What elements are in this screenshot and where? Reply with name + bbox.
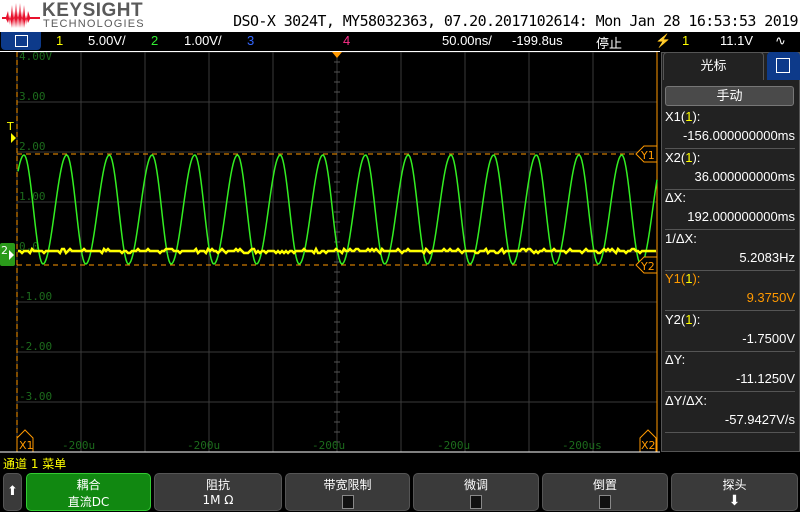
readout-label-end: ): [692, 109, 701, 124]
cursor-readout: ΔY: -11.1250V [665, 352, 795, 392]
readout-label-end: ): [692, 271, 701, 286]
readout-value: -57.9427V/s [724, 411, 795, 427]
cursor-readout: ΔY/ΔX: -57.9427V/s [665, 393, 795, 433]
brand-sub: TECHNOLOGIES [43, 18, 145, 30]
readout-value: -156.000000000ms [682, 128, 795, 143]
y-axis-label: 3.00 [19, 90, 46, 103]
checkbox[interactable] [599, 495, 611, 509]
cursor-readout: 1/ΔX: 5.2083Hz [665, 231, 795, 271]
ch2-ground-label: 2 [1, 244, 8, 257]
x-axis-label: -200us [562, 439, 602, 452]
readout-value: 192.000000000ms [687, 209, 795, 224]
ch1-scale[interactable]: 5.00V/ [88, 33, 126, 48]
softkey-label: 耦合 [76, 478, 101, 492]
ch2-scale[interactable]: 1.00V/ [184, 33, 222, 48]
y1-marker-label: Y1 [640, 149, 655, 162]
device-info: DSO-X 3024T, MY58032363, 07.20.201710261… [233, 12, 798, 30]
readout-value: 36.000000000ms [694, 168, 795, 184]
y2-marker-label: Y2 [640, 260, 655, 273]
readout-label: X1( [665, 109, 686, 124]
softkey-label: 探头 [722, 478, 747, 492]
softkey-value: 直流DC [67, 495, 110, 509]
menu-icon [15, 35, 28, 47]
cursor-readout: ΔX: 192.000000000ms [665, 190, 795, 230]
cursor-readout: Y1(1): 9.3750V [665, 271, 795, 311]
tab-cursors[interactable]: 光标 [663, 52, 764, 80]
cursor-mode-button[interactable]: 手动 [665, 86, 794, 106]
readout-label: X2( [665, 149, 686, 165]
x2-marker-label: X2 [641, 439, 656, 452]
x1-marker[interactable]: X1 [16, 429, 34, 452]
x-axis-label: -200u [437, 439, 470, 452]
run-state[interactable]: 停止 [596, 33, 622, 52]
softkey-label: 阻抗 [205, 478, 230, 492]
trigger-edge-icon: ⚡ [655, 33, 672, 48]
trigger-level-marker[interactable]: T [6, 120, 16, 143]
panel-menu-button[interactable] [767, 52, 800, 80]
ch2-ground-marker[interactable]: 2 [0, 243, 15, 266]
cursor-readout: X1(1): -156.000000000ms [665, 109, 795, 149]
readout-value: -11.1250V [735, 371, 795, 386]
checkbox[interactable] [341, 495, 354, 509]
ch2-label[interactable]: 2 [151, 33, 158, 48]
readout-label: ΔY/ΔX: [665, 392, 707, 408]
ch4-label[interactable]: 4 [343, 33, 350, 48]
y1-marker[interactable]: Y1 [635, 145, 658, 163]
waveform-display[interactable]: 4.00V3.002.001.000.0-1.00-2.00-3.00 -200… [0, 52, 660, 453]
softkey-value: 1M Ω [202, 493, 234, 507]
softkey-coupling[interactable]: 耦合直流DC [26, 473, 151, 511]
x-axis-label: -200u [312, 439, 345, 452]
softkey-invert[interactable]: 倒置 [542, 473, 668, 511]
main-menu-button[interactable] [1, 32, 41, 50]
softkey-fine[interactable]: 微调 [413, 473, 539, 511]
y-axis-label: 2.00 [19, 140, 46, 153]
softkey-label: 带宽限制 [323, 478, 372, 492]
readout-value: 5.2083Hz [739, 249, 795, 265]
arrow-down-icon: ⬇ [728, 493, 741, 509]
keysight-logo [2, 3, 40, 28]
menu-icon [776, 58, 790, 73]
timebase[interactable]: 50.00ns/ [442, 33, 492, 48]
readout-label: ΔX: [665, 190, 686, 205]
menu-up-button[interactable]: ⬆ [3, 473, 22, 511]
readout-label: ΔY: [665, 352, 686, 367]
readout-label-end: ): [692, 149, 701, 165]
readout-label-end: ): [692, 311, 701, 327]
trigger-source[interactable]: 1 [682, 33, 689, 48]
readout-label: Y1( [665, 271, 686, 286]
readout-label: 1/ΔX: [665, 230, 697, 246]
softkey-impedance[interactable]: 阻抗 1M Ω [154, 473, 282, 511]
y-axis-label: 4.00V [19, 52, 52, 63]
x-axis-label: -200u [187, 439, 220, 452]
cursor-readout: X2(1): 36.000000000ms [665, 150, 795, 190]
delay[interactable]: -199.8us [512, 33, 563, 48]
menu-title: 通道 1 菜单 [3, 457, 67, 471]
trigger-position-marker[interactable] [332, 52, 342, 58]
softkey-label: 倒置 [592, 478, 617, 492]
softkey-label: 微调 [463, 478, 488, 492]
y-axis-label: -1.00 [19, 290, 52, 303]
x-axis-label: -200u [62, 439, 95, 452]
status-bar: 1 5.00V/ 2 1.00V/ 3 4 50.00ns/ -199.8us … [0, 32, 800, 51]
softkey-probe[interactable]: 探头 ⬇ [671, 473, 798, 511]
ch1-label[interactable]: 1 [56, 33, 63, 48]
header: KEYSIGHT TECHNOLOGIES DSO-X 3024T, MY580… [0, 0, 800, 32]
y-axis-label: -2.00 [19, 340, 52, 353]
cursor-readout: Y2(1): -1.7500V [665, 312, 795, 352]
ch3-label[interactable]: 3 [247, 33, 254, 48]
trigger-level[interactable]: 11.1V [720, 33, 753, 48]
y2-marker[interactable]: Y2 [635, 256, 658, 274]
readout-label: Y2( [665, 311, 686, 327]
x2-marker[interactable]: X2 [639, 429, 657, 452]
y-axis-label: -3.00 [19, 390, 52, 403]
softkey-bw-limit[interactable]: 带宽限制 [285, 473, 410, 511]
checkbox[interactable] [470, 495, 482, 509]
divider [665, 431, 795, 433]
acquire-mode-icon[interactable]: ∿ [775, 33, 786, 49]
arrow-up-icon: ⬆ [7, 484, 18, 499]
trigger-marker-label: T [6, 120, 14, 133]
readout-value: -1.7500V [742, 330, 795, 346]
readout-value: 9.3750V [746, 290, 795, 305]
x1-marker-label: X1 [19, 439, 34, 452]
